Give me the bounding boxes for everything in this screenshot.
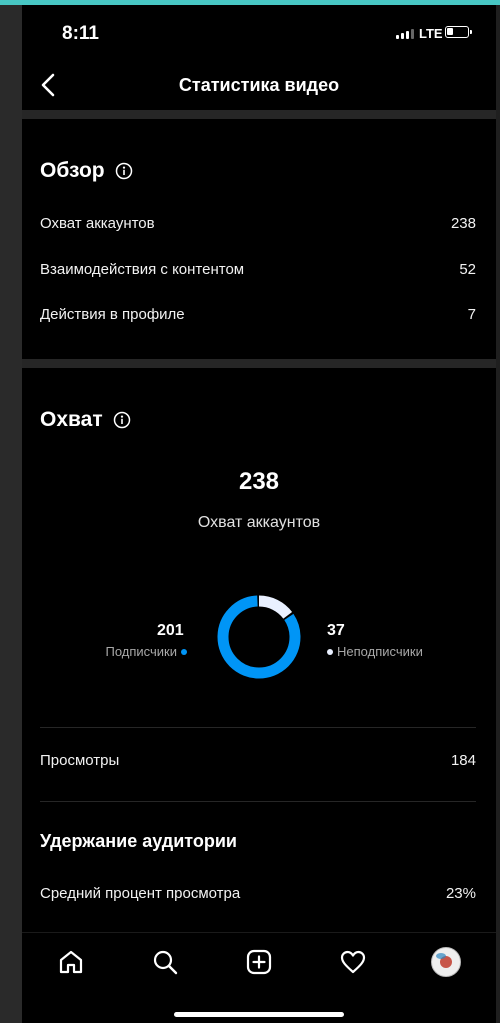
page-title: Статистика видео (178, 75, 340, 95)
nav-bar: Статистика видео (22, 60, 496, 110)
heart-icon (340, 950, 366, 974)
bottom-tab-bar (22, 932, 496, 1023)
row-value: 52 (459, 261, 476, 278)
status-time: 8:11 (62, 23, 99, 44)
row-label: Взаимодействия с контентом (40, 261, 245, 278)
section-divider (22, 110, 496, 119)
tab-home[interactable] (56, 947, 86, 977)
views-value: 184 (450, 752, 476, 769)
row-label: Действия в профиле (40, 306, 185, 323)
info-icon[interactable] (113, 411, 131, 429)
battery-icon (445, 26, 472, 38)
overview-row-profile-actions[interactable]: Действия в профиле 7 (40, 306, 476, 323)
reach-total-label: Охват аккаунтов (197, 514, 321, 531)
home-icon (59, 950, 83, 974)
followers-label: Подписчики (105, 644, 177, 659)
retention-title: Удержание аудитории (40, 831, 237, 851)
reach-heading: Охват (40, 408, 131, 432)
non-followers-legend: Неподписчики (327, 644, 423, 659)
profile-avatar (431, 947, 461, 977)
reach-total: 238 (238, 468, 280, 495)
section-divider (22, 359, 496, 368)
tab-profile[interactable] (431, 947, 461, 977)
divider-line (40, 801, 476, 802)
phone-screen: 8:11 LTE Статистика видео Обзор Охват ак… (22, 5, 496, 1023)
views-row[interactable]: Просмотры 184 (40, 752, 476, 769)
overview-heading: Обзор (40, 159, 133, 183)
signal-icon (396, 29, 414, 39)
row-value: 7 (467, 306, 476, 323)
avg-watch-value: 23% (445, 885, 476, 902)
reach-title: Охват (40, 408, 103, 431)
tab-search[interactable] (150, 947, 180, 977)
non-followers-count: 37 (327, 622, 345, 639)
non-followers-dot (327, 648, 333, 655)
tab-activity[interactable] (338, 947, 368, 977)
overview-card: Обзор Охват аккаунтов 238 Взаимодействия… (22, 119, 496, 359)
left-background-strip (0, 5, 22, 1023)
info-icon[interactable] (115, 162, 133, 180)
row-label: Охват аккаунтов (40, 215, 155, 232)
followers-count: 201 (157, 622, 184, 639)
followers-legend: Подписчики (105, 644, 187, 659)
home-indicator (174, 1012, 344, 1017)
views-label: Просмотры (40, 752, 120, 769)
network-label: LTE (419, 26, 443, 41)
tab-create[interactable] (244, 947, 274, 977)
divider-line (40, 727, 476, 728)
overview-title: Обзор (40, 159, 105, 182)
search-icon (153, 950, 178, 975)
avg-watch-label: Средний процент просмотра (40, 885, 241, 902)
overview-row-interactions[interactable]: Взаимодействия с контентом 52 (40, 261, 476, 278)
non-followers-label: Неподписчики (337, 644, 423, 659)
followers-dot (181, 648, 187, 655)
row-value: 238 (450, 215, 476, 232)
overview-row-reach[interactable]: Охват аккаунтов 238 (40, 215, 476, 232)
avg-watch-row[interactable]: Средний процент просмотра 23% (40, 885, 476, 902)
status-bar: 8:11 LTE (22, 5, 496, 60)
create-icon (246, 949, 272, 975)
reach-donut-chart (217, 595, 301, 679)
